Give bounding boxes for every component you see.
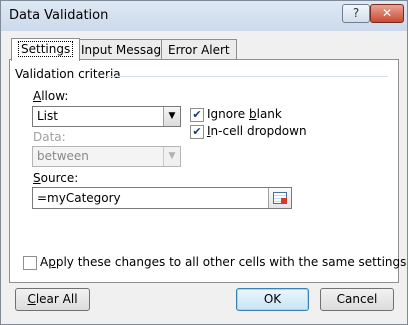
allow-value: List bbox=[37, 109, 58, 123]
tab-settings-label: Settings bbox=[18, 41, 74, 57]
help-button[interactable]: ? bbox=[342, 4, 370, 23]
chevron-down-icon[interactable]: ▼ bbox=[163, 107, 180, 126]
source-label: Source: bbox=[33, 171, 79, 185]
tab-settings[interactable]: Settings bbox=[11, 38, 81, 61]
tab-input-message-label: Input Message bbox=[81, 43, 169, 57]
collapse-dialog-button[interactable] bbox=[268, 188, 291, 208]
validation-criteria-label: Validation criteria bbox=[15, 67, 121, 81]
apply-all-label: Apply these changes to all other cells w… bbox=[40, 255, 407, 269]
in-cell-dropdown-label: In-cell dropdown bbox=[207, 124, 307, 138]
tab-error-alert[interactable]: Error Alert bbox=[161, 39, 237, 60]
source-input[interactable]: =myCategory bbox=[32, 187, 292, 209]
close-button[interactable]: ✕ bbox=[370, 4, 404, 23]
range-select-marker-icon bbox=[281, 198, 287, 204]
cancel-button[interactable]: Cancel bbox=[320, 288, 394, 311]
title-bar: Data Validation ? ✕ bbox=[1, 1, 407, 31]
data-select: between ▼ bbox=[32, 146, 181, 167]
ignore-blank-checkbox[interactable]: ✔ bbox=[190, 108, 204, 122]
allow-select[interactable]: List ▼ bbox=[32, 106, 181, 127]
dialog-title: Data Validation bbox=[9, 8, 109, 23]
chevron-down-icon: ▼ bbox=[163, 147, 180, 166]
ignore-blank-label: Ignore blank bbox=[207, 107, 282, 121]
clear-all-button[interactable]: Clear All bbox=[15, 288, 90, 311]
source-value: =myCategory bbox=[37, 191, 121, 205]
apply-all-checkbox[interactable] bbox=[23, 256, 37, 270]
ok-button[interactable]: OK bbox=[236, 288, 309, 311]
data-validation-dialog: Data Validation ? ✕ Settings Input Messa… bbox=[0, 0, 408, 325]
data-value: between bbox=[37, 149, 89, 163]
tab-error-alert-label: Error Alert bbox=[168, 43, 230, 57]
group-divider bbox=[104, 76, 388, 77]
allow-label: Allow: bbox=[33, 89, 69, 103]
in-cell-dropdown-checkbox[interactable]: ✔ bbox=[190, 125, 204, 139]
data-label: Data: bbox=[33, 130, 66, 144]
